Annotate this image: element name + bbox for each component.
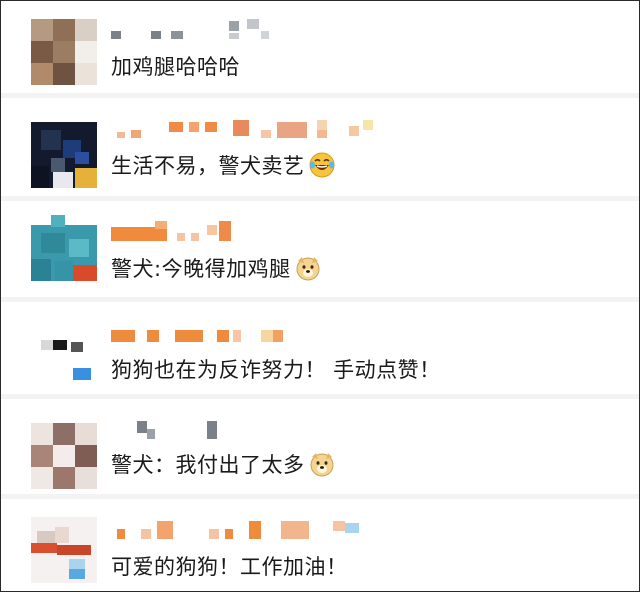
comment-item[interactable]: 加鸡腿哈哈哈 (1, 1, 639, 93)
user-avatar[interactable] (31, 19, 97, 85)
user-avatar[interactable] (31, 517, 97, 583)
user-avatar[interactable] (31, 215, 97, 281)
comment-item[interactable]: 狗狗也在为反诈努力！ 手动点赞！ (1, 302, 639, 394)
username-pixelated[interactable] (111, 19, 411, 39)
comment-text: 可爱的狗狗！工作加油！ (111, 555, 348, 579)
user-avatar[interactable] (31, 122, 97, 188)
comment-item[interactable]: 警犬：我付出了太多 (1, 399, 639, 494)
comment-text: 警犬:今晚得加鸡腿 (111, 253, 321, 283)
comment-item[interactable]: 生活不易，警犬卖艺 (1, 98, 639, 196)
comment-text: 狗狗也在为反诈努力！ 手动点赞！ (111, 358, 441, 382)
comment-text: 警犬：我付出了太多 (111, 449, 335, 479)
username-pixelated[interactable] (111, 421, 411, 441)
user-avatar[interactable] (31, 318, 97, 384)
laughing-tears-emoji (309, 152, 334, 178)
comment-text: 加鸡腿哈哈哈 (111, 55, 240, 79)
username-pixelated[interactable] (111, 118, 411, 138)
user-avatar[interactable] (31, 423, 97, 489)
doge-emoji (310, 453, 333, 477)
username-pixelated[interactable] (111, 330, 411, 350)
comment-item[interactable]: 可爱的狗狗！工作加油！ (1, 499, 639, 591)
doge-emoji (296, 257, 320, 281)
comment-item[interactable]: 警犬:今晚得加鸡腿 (1, 201, 639, 297)
comment-list: 加鸡腿哈哈哈 生活不易，警犬卖艺 警犬:今晚得加鸡腿 狗狗也在为反诈努力！ 手动… (0, 0, 640, 592)
comment-text: 生活不易，警犬卖艺 (111, 150, 335, 180)
username-pixelated[interactable] (111, 521, 411, 541)
username-pixelated[interactable] (111, 221, 411, 241)
